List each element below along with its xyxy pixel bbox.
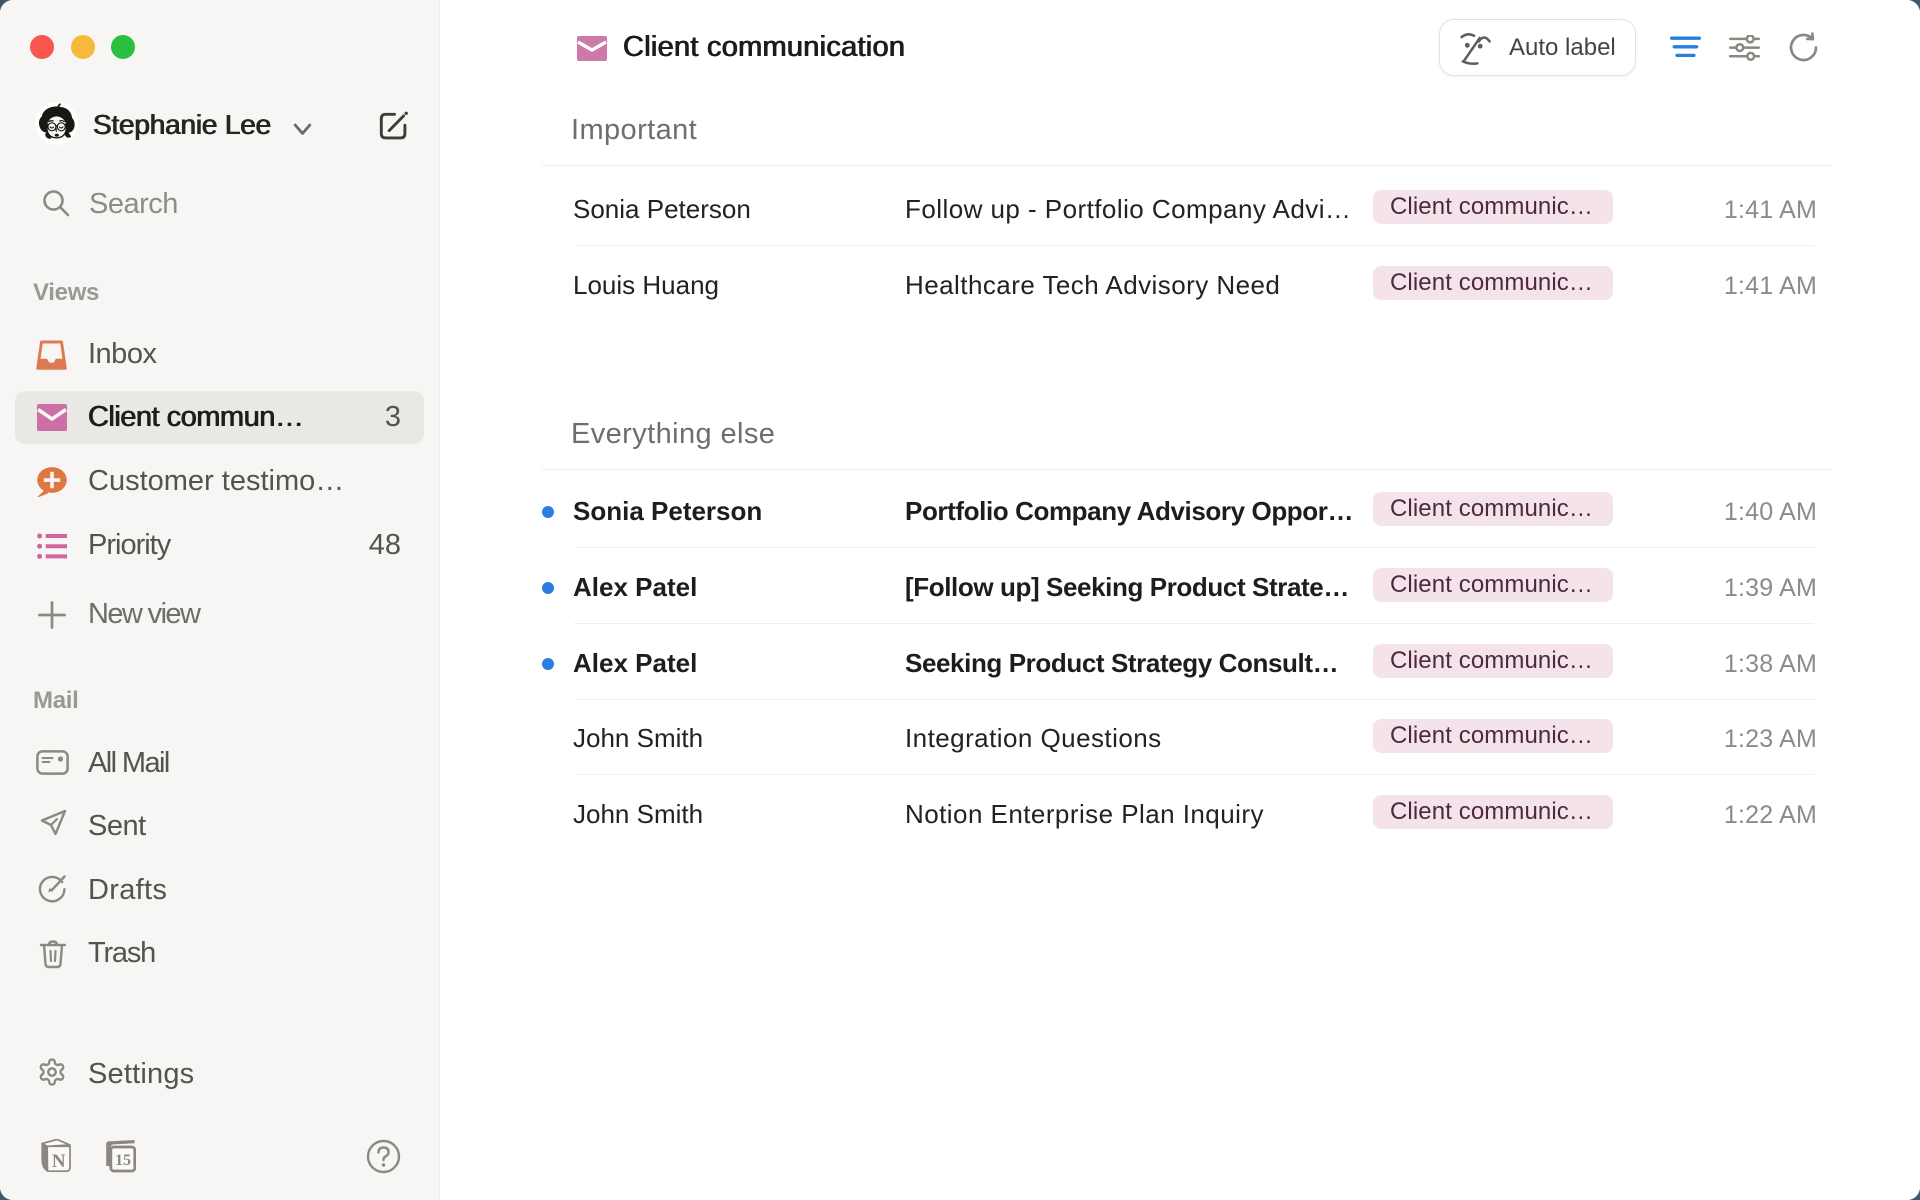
svg-text:15: 15	[115, 1152, 131, 1169]
svg-text:N: N	[52, 1151, 66, 1172]
